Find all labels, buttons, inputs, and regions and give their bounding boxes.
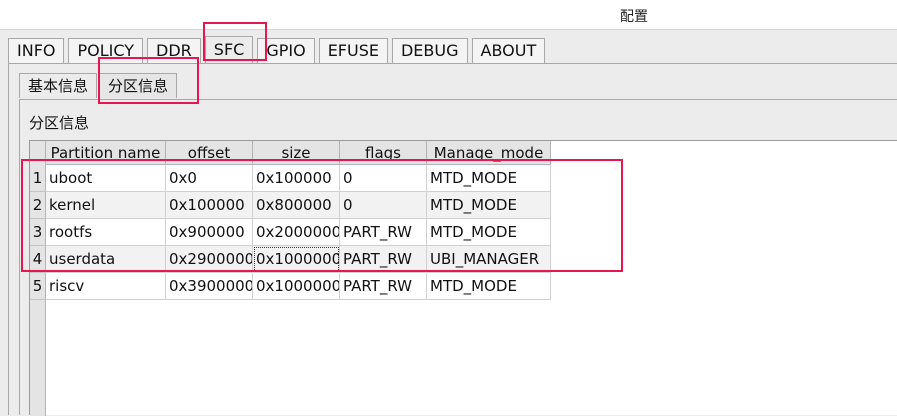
column-header[interactable]: size (253, 141, 340, 165)
table-cell[interactable]: 0x1000000 (253, 273, 340, 300)
table-cell[interactable]: riscv (46, 273, 166, 300)
tab-sfc[interactable]: SFC (204, 36, 254, 63)
table-cell[interactable]: PART_RW (340, 246, 427, 273)
title-bar: 配置 (0, 0, 897, 30)
table-cell[interactable]: rootfs (46, 219, 166, 246)
table-row: 3 rootfs 0x900000 0x2000000 PART_RW MTD_… (30, 219, 551, 246)
table-cell[interactable]: 0x2900000 (166, 246, 253, 273)
row-number[interactable]: 1 (30, 165, 46, 192)
tab-basic-info[interactable]: 基本信息 (19, 73, 98, 98)
tab-policy[interactable]: POLICY (68, 38, 144, 63)
table-cell[interactable]: 0 (340, 192, 427, 219)
column-header[interactable]: Partition name (46, 141, 166, 165)
column-header[interactable]: offset (166, 141, 253, 165)
tab-debug[interactable]: DEBUG (391, 38, 468, 63)
column-header[interactable]: Manage_mode (427, 141, 551, 165)
table-cell[interactable]: 0x3900000 (166, 273, 253, 300)
table-cell[interactable]: MTD_MODE (427, 165, 551, 192)
main-tab-bar: INFO POLICY DDR SFC GPIO EFUSE DEBUG ABO… (8, 36, 549, 64)
table-row: 4 userdata 0x2900000 0x1000000 PART_RW U… (30, 246, 551, 273)
tab-partition-info[interactable]: 分区信息 (99, 73, 178, 98)
row-number[interactable]: 5 (30, 273, 46, 300)
section-label: 分区信息 (29, 114, 90, 132)
table-cell[interactable]: 0x900000 (166, 219, 253, 246)
table-cell[interactable]: 0x800000 (253, 192, 340, 219)
table-cell[interactable]: PART_RW (340, 219, 427, 246)
table-row: 5 riscv 0x3900000 0x1000000 PART_RW MTD_… (30, 273, 551, 300)
table-cell[interactable]: MTD_MODE (427, 219, 551, 246)
focused-table-cell[interactable]: 0x1000000 (253, 246, 340, 273)
table-cell[interactable]: 0x100000 (253, 165, 340, 192)
table-body: 1 uboot 0x0 0x100000 0 MTD_MODE 2 kernel… (30, 165, 551, 300)
tab-gpio[interactable]: GPIO (257, 38, 315, 63)
table-cell[interactable]: 0x2000000 (253, 219, 340, 246)
tab-info[interactable]: INFO (8, 38, 65, 63)
table-header: Partition name offset size flags Manage_… (46, 141, 551, 165)
column-header[interactable]: flags (340, 141, 427, 165)
row-number[interactable]: 3 (30, 219, 46, 246)
tab-ddr[interactable]: DDR (147, 38, 201, 63)
table-row: 1 uboot 0x0 0x100000 0 MTD_MODE (30, 165, 551, 192)
sub-tab-bar: 基本信息 分区信息 (19, 73, 179, 99)
table-cell[interactable]: UBI_MANAGER (427, 246, 551, 273)
table-cell[interactable]: 0 (340, 165, 427, 192)
table-cell[interactable]: PART_RW (340, 273, 427, 300)
tab-about[interactable]: ABOUT (471, 38, 546, 63)
row-number[interactable]: 2 (30, 192, 46, 219)
table-row: 2 kernel 0x100000 0x800000 0 MTD_MODE (30, 192, 551, 219)
window-title: 配置 (620, 9, 648, 25)
table-cell[interactable]: MTD_MODE (427, 192, 551, 219)
table-cell[interactable]: MTD_MODE (427, 273, 551, 300)
tab-efuse[interactable]: EFUSE (318, 38, 388, 63)
table-cell[interactable]: kernel (46, 192, 166, 219)
row-number[interactable]: 4 (30, 246, 46, 273)
partition-table[interactable]: Partition name offset size flags Manage_… (29, 140, 897, 416)
table-cell[interactable]: 0x100000 (166, 192, 253, 219)
table-cell[interactable]: userdata (46, 246, 166, 273)
table-cell[interactable]: uboot (46, 165, 166, 192)
table-cell[interactable]: 0x0 (166, 165, 253, 192)
